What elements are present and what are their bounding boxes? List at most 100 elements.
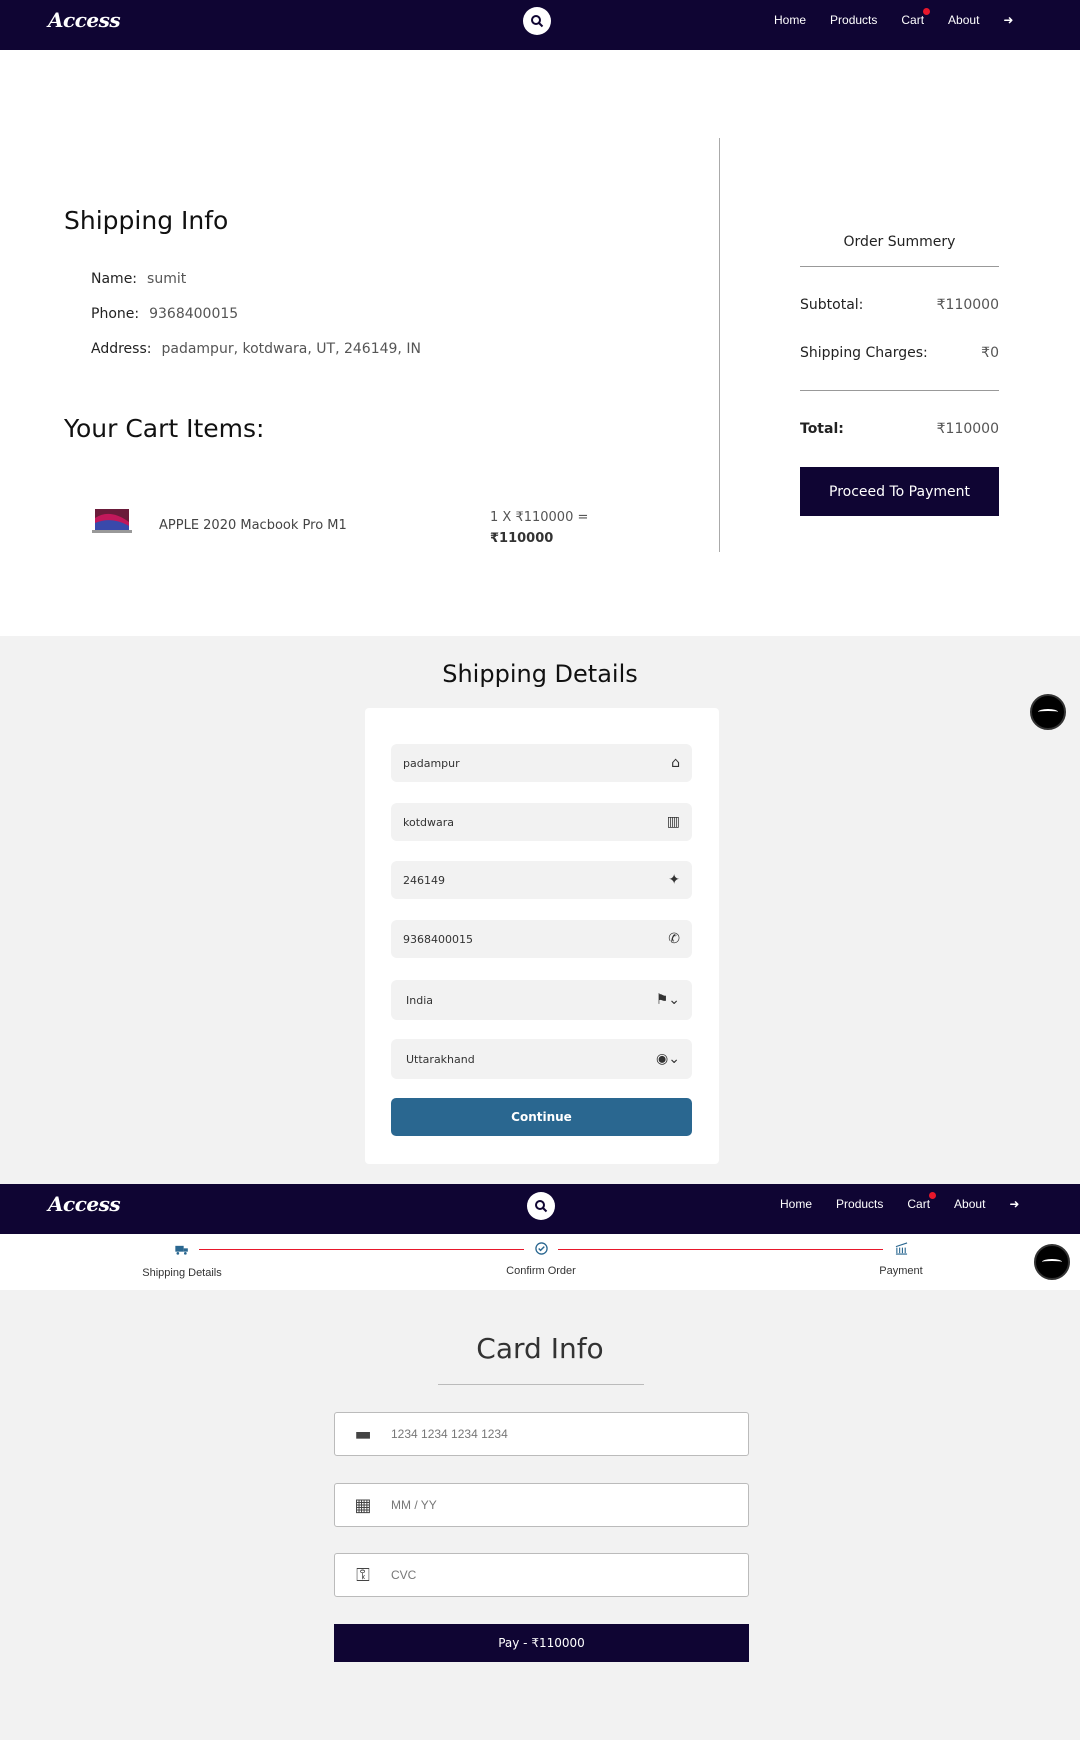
cart-badge-dot: [923, 8, 931, 15]
step-label: Payment: [879, 1265, 923, 1277]
nav-about[interactable]: About: [954, 1197, 985, 1211]
user-avatar-button[interactable]: [1030, 694, 1066, 730]
card-expiry-placeholder: MM / YY: [391, 1498, 437, 1512]
pin-icon: ✦: [668, 872, 680, 888]
login-icon[interactable]: ➜: [1009, 1195, 1019, 1213]
card-number-input[interactable]: ▬ 1234 1234 1234 1234: [334, 1412, 749, 1456]
state-select[interactable]: Uttarakhand ◉⌄: [391, 1039, 692, 1079]
card-number-placeholder: 1234 1234 1234 1234: [391, 1427, 508, 1441]
subtotal-label: Subtotal:: [800, 297, 864, 313]
step-shipping: Shipping Details: [82, 1240, 282, 1279]
name-row: Name: sumit: [91, 271, 186, 287]
city-value: kotdwara: [403, 815, 455, 829]
shipping-form-card: padampur ⌂ kotdwara ▥ 246149 ✦ 9368400015 ✆ …: [365, 708, 719, 1164]
name-value: sumit: [147, 271, 187, 287]
nav-home[interactable]: Home: [780, 1197, 812, 1211]
shipping-charges-value: ₹0: [981, 345, 999, 361]
item-name[interactable]: APPLE 2020 Macbook Pro M1: [159, 518, 347, 533]
step-label: Shipping Details: [142, 1267, 222, 1279]
proceed-to-payment-button[interactable]: Proceed To Payment: [800, 467, 999, 516]
check-circle-icon: [534, 1242, 548, 1255]
search-icon: [535, 1200, 548, 1213]
nav-cart-label: Cart: [901, 13, 925, 27]
total-label: Total:: [800, 421, 844, 437]
laptop-thumbnail[interactable]: [92, 508, 132, 536]
continue-button[interactable]: Continue: [391, 1098, 692, 1136]
name-label: Name:: [91, 271, 138, 287]
card-expiry-input[interactable]: ▦ MM / YY: [334, 1483, 749, 1527]
pay-button[interactable]: Pay - ₹110000: [334, 1624, 749, 1662]
shipping-details-title: Shipping Details: [442, 660, 638, 688]
summary-divider: [800, 266, 999, 267]
total-row: Total: ₹110000: [800, 421, 999, 437]
search-icon: [531, 15, 544, 28]
nav-home[interactable]: Home: [774, 13, 806, 27]
address-value: padampur: [403, 756, 460, 770]
item-price: 1 X ₹110000 = ₹110000: [490, 507, 588, 549]
summary-divider: [800, 390, 999, 391]
phone-value: 9368400015: [149, 306, 239, 322]
country-value: India: [406, 993, 433, 1007]
credit-card-icon: ▬: [354, 1423, 372, 1445]
item-total: ₹110000: [490, 531, 554, 546]
shipping-charges-row: Shipping Charges: ₹0: [800, 345, 999, 361]
country-select[interactable]: India ⚑⌄: [391, 980, 692, 1020]
payment-section: Card Info ▬ 1234 1234 1234 1234 ▦ MM / YY …: [0, 1290, 1080, 1740]
location-chevron-icon: ◉⌄: [656, 1051, 680, 1067]
phone-label: Phone:: [91, 306, 140, 322]
brand-logo[interactable]: Access: [48, 8, 121, 32]
city-field[interactable]: kotdwara ▥: [391, 803, 692, 841]
calendar-icon: ▦: [354, 1494, 372, 1516]
login-icon[interactable]: ➜: [1003, 11, 1013, 29]
order-summary-title: Order Summery: [843, 234, 956, 250]
state-value: Uttarakhand: [406, 1052, 475, 1066]
user-avatar-button[interactable]: [1034, 1244, 1070, 1280]
total-value: ₹110000: [936, 421, 999, 437]
shipping-info-title: Shipping Info: [64, 206, 229, 235]
search-button[interactable]: [523, 7, 551, 35]
confirm-order-section: Shipping Info Name: sumit Phone: 936840001…: [0, 50, 1080, 636]
cart-item: APPLE 2020 Macbook Pro M1 1 X ₹110000 = …: [92, 505, 712, 555]
phone-field[interactable]: 9368400015 ✆: [391, 920, 692, 958]
phone-row: Phone: 9368400015: [91, 306, 238, 322]
truck-icon: [175, 1245, 188, 1255]
city-icon: ▥: [666, 814, 680, 830]
avatar-icon: [1042, 1259, 1062, 1265]
pincode-field[interactable]: 246149 ✦: [391, 861, 692, 899]
subtotal-row: Subtotal: ₹110000: [800, 297, 999, 313]
cart-items-title: Your Cart Items:: [64, 414, 265, 443]
brand-logo[interactable]: Access: [48, 1192, 121, 1216]
phone-icon: ✆: [668, 931, 680, 947]
address-value: padampur, kotdwara, UT, 246149, IN: [161, 341, 421, 357]
phone-value: 9368400015: [403, 932, 473, 946]
flag-chevron-icon: ⚑⌄: [655, 992, 680, 1008]
shipping-charges-label: Shipping Charges:: [800, 345, 928, 361]
nav-cart[interactable]: Cart: [907, 1192, 937, 1211]
address-field[interactable]: padampur ⌂: [391, 744, 692, 782]
nav-about[interactable]: About: [948, 13, 979, 27]
card-info-title: Card Info: [476, 1332, 604, 1365]
avatar-icon: [1038, 709, 1058, 715]
item-calc: 1 X ₹110000 =: [490, 510, 589, 525]
nav-products[interactable]: Products: [830, 13, 877, 27]
home-icon: ⌂: [671, 755, 680, 771]
top-navbar: Access Home Products Cart About ➜: [0, 0, 1080, 50]
subtotal-value: ₹110000: [936, 297, 999, 313]
nav-cart[interactable]: Cart: [901, 8, 931, 27]
card-info-divider: [438, 1384, 644, 1385]
cart-badge-dot: [929, 1192, 937, 1199]
section-divider: [719, 138, 720, 552]
nav-products[interactable]: Products: [836, 1197, 883, 1211]
key-icon: ⚿: [356, 1564, 370, 1586]
top-navbar: Access Home Products Cart About ➜: [0, 1184, 1080, 1234]
nav-cart-label: Cart: [907, 1197, 931, 1211]
checkout-stepper: Shipping Details Confirm Order Payment: [0, 1234, 1080, 1290]
address-row: Address: padampur, kotdwara, UT, 246149, …: [91, 341, 421, 357]
search-button[interactable]: [527, 1192, 555, 1220]
card-cvc-input[interactable]: ⚿ CVC: [334, 1553, 749, 1597]
address-label: Address:: [91, 341, 152, 357]
step-label: Confirm Order: [506, 1265, 576, 1277]
bank-icon: [895, 1242, 907, 1255]
step-confirm: Confirm Order: [441, 1240, 641, 1277]
pincode-value: 246149: [403, 873, 445, 887]
